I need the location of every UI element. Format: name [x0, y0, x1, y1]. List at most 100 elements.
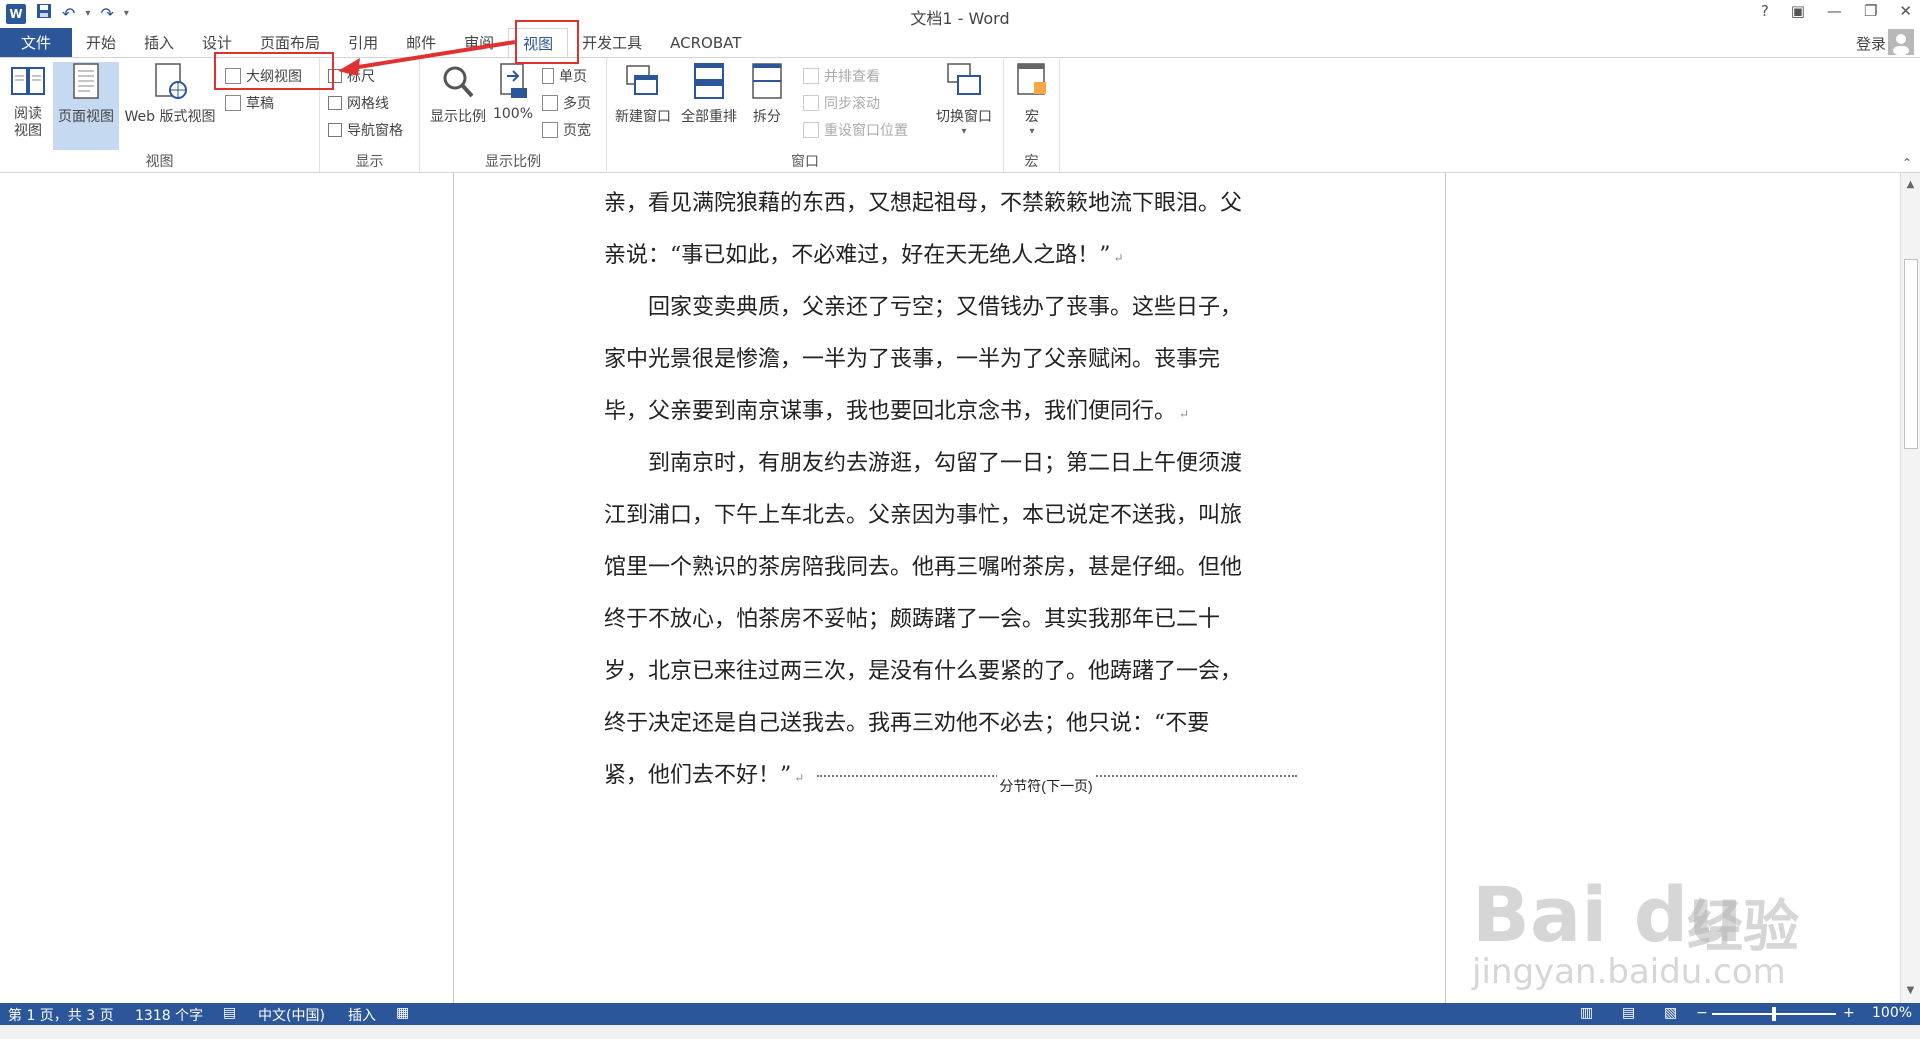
web-layout-button[interactable]: Web 版式视图	[120, 62, 220, 126]
zoom-slider-thumb[interactable]	[1772, 1007, 1776, 1021]
close-icon[interactable]: ✕	[1899, 2, 1912, 20]
document-line: 馆里一个熟识的茶房陪我同去。他再三嘱咐茶房，甚是仔细。但他	[604, 555, 1243, 580]
reset-position-icon	[803, 122, 819, 138]
new-window-button[interactable]: 新建窗口	[611, 62, 675, 126]
document-line: 家中光景很是惨澹，一半为了丧事，一半为了父亲赋闲。丧事完	[604, 347, 1221, 372]
avatar[interactable]	[1888, 29, 1914, 55]
read-mode-icon	[11, 67, 45, 95]
print-layout-button[interactable]: 页面视图	[53, 62, 119, 150]
sync-scroll-icon	[803, 95, 819, 111]
scroll-down-icon[interactable]: ▼	[1903, 983, 1918, 999]
zoom-label: 显示比例	[430, 109, 486, 125]
tab-developer[interactable]: 开发工具	[568, 28, 656, 58]
switch-windows-label: 切换窗口	[936, 109, 992, 125]
arrange-all-label: 全部重排	[681, 109, 737, 125]
draft-view-button[interactable]: 草稿	[225, 93, 274, 113]
switch-windows-button[interactable]: 切换窗口 ▾	[931, 62, 997, 137]
web-layout-status-icon[interactable]: ▧	[1664, 1005, 1677, 1021]
language-indicator[interactable]: 中文(中国)	[258, 1005, 325, 1025]
document-line: 到南京时，有朋友约去游逛，勾留了一日；第二日上午便须渡	[604, 451, 1243, 476]
insert-mode-indicator[interactable]: 插入	[348, 1005, 376, 1025]
window-group-label: 窗口	[791, 154, 819, 170]
multiple-pages-label: 多页	[563, 96, 591, 112]
ribbon-display-options-icon[interactable]: ▣	[1791, 2, 1805, 20]
zoom-group-label: 显示比例	[485, 154, 541, 170]
show-group-label: 显示	[355, 154, 384, 170]
page-left-edge	[453, 173, 454, 1003]
tab-file[interactable]: 文件	[0, 28, 72, 58]
vertical-scrollbar[interactable]: ▲ ▼	[1900, 173, 1920, 1003]
document-line: 终于决定还是自己送我去。我再三劝他不必去；他只说：“不要	[604, 711, 1210, 736]
document-line: 亲，看见满院狼藉的东西，又想起祖母，不禁簌簌地流下眼泪。父	[604, 191, 1243, 216]
split-button[interactable]: 拆分	[745, 62, 789, 126]
draft-icon	[225, 95, 241, 111]
print-layout-status-icon[interactable]: ▤	[1622, 1005, 1635, 1021]
gridlines-checkbox[interactable]: 网格线	[328, 93, 389, 113]
page-width-label: 页宽	[563, 123, 591, 139]
zoom-slider[interactable]	[1712, 1007, 1836, 1021]
document-line: 毕，父亲要到南京谋事，我也要回北京念书，我们便同行。 ↵	[604, 399, 1190, 424]
new-window-label: 新建窗口	[615, 109, 671, 125]
one-page-button[interactable]: 单页	[542, 66, 587, 86]
title-bar: W ↶ ▾ ↷ ▾ 文档1 - Word ? ▣ — ❐ ✕	[0, 0, 1920, 28]
watermark-url: jingyan.baidu.com	[1472, 952, 1786, 992]
macros-label: 宏	[1025, 109, 1039, 125]
document-line: 回家变卖典质，父亲还了亏空；又借钱办了丧事。这些日子，	[604, 295, 1243, 320]
side-by-side-icon	[803, 68, 819, 84]
page-right-edge	[1445, 173, 1446, 1003]
page-width-icon	[542, 122, 558, 138]
zoom-level[interactable]: 100%	[1872, 1005, 1912, 1021]
collapse-ribbon-icon[interactable]: ⌃	[1902, 156, 1912, 170]
macros-group: 宏 ▾ 宏	[1004, 58, 1060, 174]
paragraph-mark-icon: ↵	[1179, 407, 1190, 421]
switch-windows-icon	[947, 63, 981, 95]
split-icon	[752, 63, 782, 99]
web-layout-label: Web 版式视图	[124, 109, 216, 125]
split-label: 拆分	[753, 109, 781, 125]
macros-dropdown-icon: ▾	[1029, 126, 1035, 137]
taskbar-strip	[0, 1025, 1920, 1039]
draft-label: 草稿	[246, 96, 274, 112]
macros-button[interactable]: 宏 ▾	[1012, 62, 1052, 137]
scroll-thumb[interactable]	[1904, 259, 1918, 449]
page-width-button[interactable]: 页宽	[542, 120, 591, 140]
navigation-pane-checkbox[interactable]: 导航窗格	[328, 120, 403, 140]
minimize-icon[interactable]: —	[1827, 2, 1842, 20]
switch-windows-dropdown-icon: ▾	[961, 126, 967, 137]
synchronous-scrolling-button[interactable]: 同步滚动	[803, 93, 880, 113]
multiple-pages-button[interactable]: 多页	[542, 93, 591, 113]
word-count[interactable]: 1318 个字	[135, 1005, 203, 1025]
section-break-label: 分节符(下一页)	[997, 765, 1095, 807]
read-mode-status-icon[interactable]: ▥	[1580, 1005, 1593, 1021]
macro-recording-icon[interactable]: ▦	[396, 1005, 409, 1021]
gridlines-check-icon[interactable]	[328, 96, 342, 110]
section-break: 分节符(下一页)	[817, 765, 1298, 807]
pointer-arrow	[338, 40, 516, 76]
scroll-up-icon[interactable]: ▲	[1903, 177, 1918, 193]
help-icon[interactable]: ?	[1761, 2, 1769, 20]
macros-icon	[1017, 63, 1046, 95]
view-side-by-side-button[interactable]: 并排查看	[803, 66, 880, 86]
new-window-icon	[626, 65, 658, 95]
document-line: 岁，北京已来往过两三次，是没有什么要紧的了。他踌躇了一会，	[604, 659, 1243, 684]
zoom-out-icon[interactable]: −	[1696, 1005, 1708, 1021]
proofing-icon[interactable]: ▤	[223, 1005, 236, 1021]
restore-icon[interactable]: ❐	[1864, 2, 1877, 20]
navigation-pane-check-icon[interactable]	[328, 123, 342, 137]
document-body[interactable]: 亲，看见满院狼藉的东西，又想起祖母，不禁簌簌地流下眼泪。父 亲说：“事已如此，不…	[604, 183, 1304, 807]
reset-window-position-button[interactable]: 重设窗口位置	[803, 120, 908, 140]
gridlines-label: 网格线	[347, 96, 389, 112]
tab-home[interactable]: 开始	[72, 28, 130, 58]
one-page-label: 单页	[559, 69, 587, 85]
page-count[interactable]: 第 1 页，共 3 页	[8, 1005, 114, 1025]
read-mode-button[interactable]: 阅读 视图	[6, 62, 50, 140]
arrange-all-button[interactable]: 全部重排	[677, 62, 741, 126]
document-line: 江到浦口，下午上车北去。父亲因为事忙，本已说定不送我，叫旅	[604, 503, 1243, 528]
document-line: 亲说：“事已如此，不必难过，好在天无绝人之路！” ↵	[604, 243, 1124, 268]
login-link[interactable]: 登录	[1856, 33, 1886, 54]
tab-acrobat[interactable]: ACROBAT	[656, 28, 755, 58]
window-group: 新建窗口 全部重排 拆分 并排查看 同步滚动 重设窗口位置 切换窗口 ▾ 窗口	[607, 58, 1004, 174]
baidu-watermark: Bai du 经验 jingyan.baidu.com	[1472, 830, 1822, 992]
zoom-in-icon[interactable]: +	[1843, 1005, 1855, 1021]
tab-insert[interactable]: 插入	[130, 28, 188, 58]
